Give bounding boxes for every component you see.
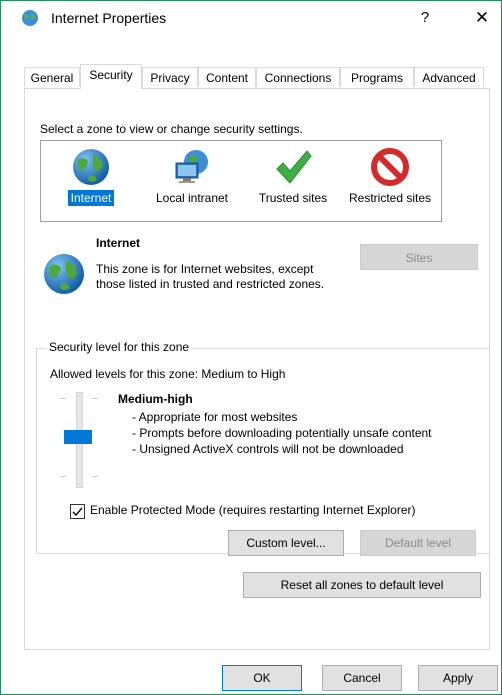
slider-tick	[92, 398, 98, 399]
close-button[interactable]: ✕	[466, 6, 498, 30]
tab-strip: General Security Privacy Content Connect…	[24, 64, 484, 89]
globe-icon	[44, 254, 84, 294]
allowed-levels-text: Allowed levels for this zone: Medium to …	[50, 367, 286, 381]
level-bullet: - Unsigned ActiveX controls will not be …	[132, 442, 404, 456]
zone-trusted-sites[interactable]: Trusted sites	[245, 141, 341, 221]
restricted-icon	[371, 148, 409, 186]
protected-mode-label: Enable Protected Mode (requires restarti…	[90, 503, 416, 517]
tab-advanced[interactable]: Advanced	[414, 67, 484, 87]
checkmark-icon	[276, 150, 312, 184]
tab-connections[interactable]: Connections	[256, 67, 340, 87]
ok-button[interactable]: OK	[222, 665, 302, 691]
window-title: Internet Properties	[51, 10, 167, 26]
zone-internet[interactable]: Internet	[43, 141, 139, 221]
globe-icon	[22, 10, 38, 26]
reset-all-zones-button[interactable]: Reset all zones to default level	[243, 572, 481, 598]
zone-list: Internet Local intranet Trusted sites Re…	[40, 140, 442, 222]
zone-label: Restricted sites	[348, 191, 432, 205]
cancel-button[interactable]: Cancel	[322, 665, 402, 691]
slider-tick	[60, 476, 66, 477]
globe-icon	[73, 149, 109, 185]
level-description: - Appropriate for most websites - Prompt…	[132, 409, 472, 457]
tab-privacy[interactable]: Privacy	[142, 67, 198, 87]
tab-programs[interactable]: Programs	[340, 67, 414, 87]
zone-label: Internet	[67, 190, 115, 206]
selected-zone-name: Internet	[96, 236, 141, 250]
zone-instruction: Select a zone to view or change security…	[40, 122, 303, 136]
default-level-button[interactable]: Default level	[360, 530, 476, 556]
sites-button[interactable]: Sites	[360, 244, 478, 270]
level-bullet: - Appropriate for most websites	[132, 410, 298, 424]
checkmark-icon	[72, 507, 83, 517]
zone-description: This zone is for Internet websites, exce…	[96, 262, 325, 291]
tab-security[interactable]: Security	[80, 64, 142, 89]
protected-mode-checkbox[interactable]	[70, 504, 85, 519]
zone-local-intranet[interactable]: Local intranet	[141, 141, 243, 221]
slider-tick	[60, 398, 66, 399]
tab-general[interactable]: General	[24, 67, 80, 87]
tab-content[interactable]: Content	[198, 67, 256, 87]
slider-tick	[92, 476, 98, 477]
security-level-legend: Security level for this zone	[46, 340, 193, 354]
zone-label: Local intranet	[155, 191, 229, 205]
level-bullet: - Prompts before downloading potentially…	[132, 426, 432, 440]
level-name: Medium-high	[118, 392, 193, 406]
intranet-icon	[175, 150, 208, 183]
title-bar[interactable]: Internet Properties ? ✕	[1, 1, 501, 35]
custom-level-button[interactable]: Custom level...	[228, 530, 344, 556]
zone-label: Trusted sites	[258, 191, 328, 205]
security-level-slider-thumb[interactable]	[64, 430, 92, 444]
help-button[interactable]: ?	[411, 6, 439, 30]
zone-restricted-sites[interactable]: Restricted sites	[341, 141, 439, 221]
apply-button[interactable]: Apply	[418, 665, 498, 691]
